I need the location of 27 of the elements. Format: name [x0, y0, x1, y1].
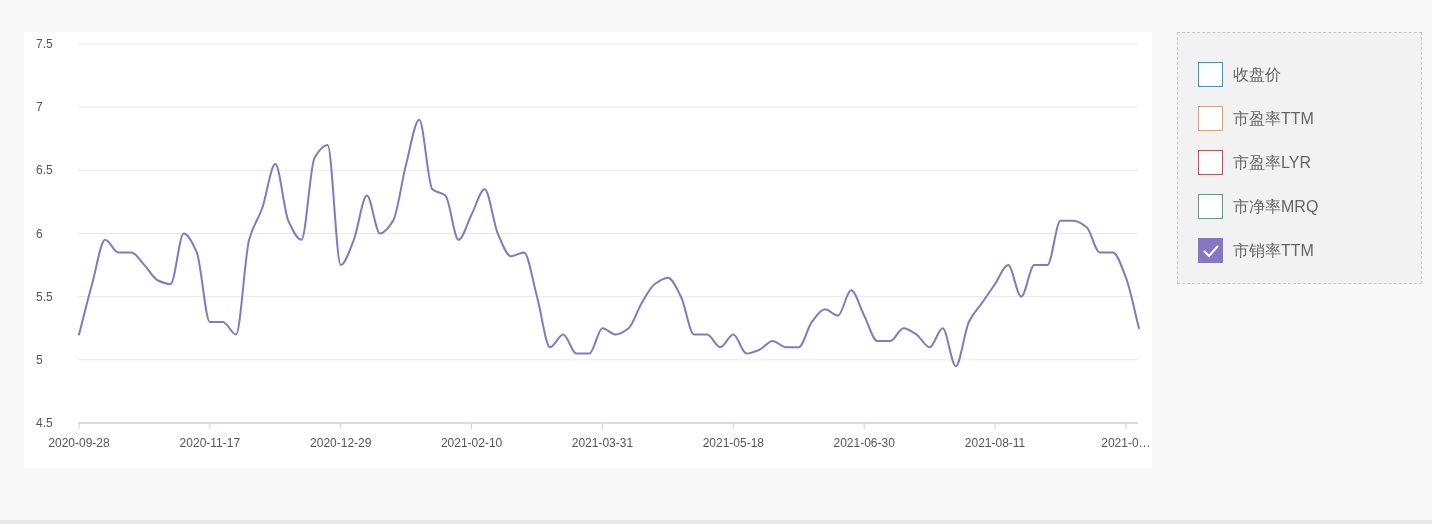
x-axis-label: 2020-12-29	[310, 436, 372, 450]
y-axis-label: 4.5	[36, 416, 53, 430]
x-axis-label: 2021-05-18	[702, 436, 764, 450]
legend-item[interactable]: 市净率MRQ	[1198, 184, 1421, 229]
legend-item[interactable]: 市盈率TTM	[1198, 96, 1421, 141]
y-axis-label: 5.5	[36, 289, 53, 304]
x-axis-label: 2021-06-30	[833, 436, 895, 450]
legend-item[interactable]: 市销率TTM	[1198, 228, 1421, 273]
legend-item[interactable]: 市盈率LYR	[1198, 140, 1421, 185]
y-axis-label: 6	[36, 226, 43, 241]
x-axis-label: 2021-02-10	[440, 436, 503, 450]
check-icon	[1201, 243, 1220, 258]
checkbox[interactable]	[1198, 106, 1223, 131]
x-axis-label: 2021-03-31	[571, 436, 634, 450]
y-axis-label: 5	[36, 352, 43, 367]
y-axis-label: 6.5	[36, 163, 53, 178]
x-axis-label: 2020-11-17	[179, 436, 241, 450]
legend-item[interactable]: 收盘价	[1198, 52, 1421, 97]
checkbox[interactable]	[1198, 194, 1223, 219]
checkbox[interactable]	[1198, 150, 1223, 175]
x-axis-label: 2021-08-11	[964, 436, 1026, 450]
y-axis-label: 7	[36, 100, 43, 115]
checkbox[interactable]	[1198, 62, 1223, 87]
y-axis-label: 7.5	[36, 37, 53, 51]
x-axis-label: 2020-09-28	[48, 436, 110, 450]
checkbox[interactable]	[1198, 238, 1223, 263]
x-axis-label: 2021-0…	[1101, 436, 1151, 450]
